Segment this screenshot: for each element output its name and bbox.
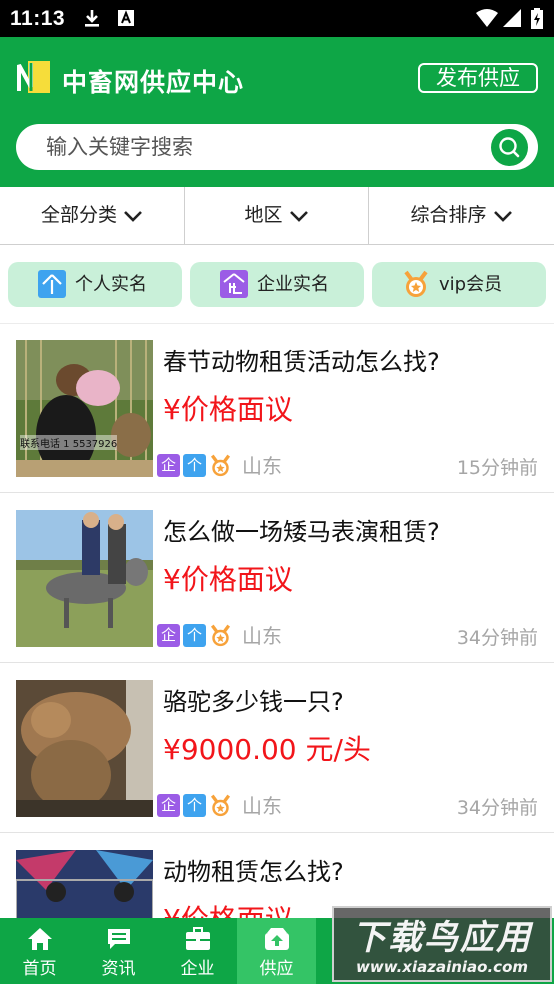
chip-label: 个人实名: [75, 274, 147, 295]
item-price: ¥价格面议: [163, 563, 293, 596]
filter-region[interactable]: 地区: [185, 187, 368, 244]
font-app-icon: [118, 10, 134, 26]
badges: 企 个: [157, 624, 237, 648]
enterprise-verified-icon: [220, 270, 248, 298]
nav-label: 首页: [22, 959, 57, 979]
item-time: 34分钟前: [456, 797, 538, 819]
badge-text: 企: [160, 796, 176, 814]
nav-supply[interactable]: 供应: [237, 918, 316, 984]
status-time: 11:13: [10, 7, 66, 30]
item-title: 骆驼多少钱一只?: [163, 688, 344, 716]
enterprise-badge-icon: 企: [157, 794, 180, 817]
badges: 企 个: [157, 794, 237, 818]
filter-sort[interactable]: 综合排序: [369, 187, 554, 244]
item-time: 34分钟前: [456, 627, 538, 649]
badge-text: 企: [160, 626, 176, 644]
supply-icon: [265, 928, 289, 950]
item-region: 山东: [242, 794, 282, 818]
item-region: 山东: [242, 454, 282, 478]
item-title: 春节动物租赁活动怎么找?: [163, 348, 440, 376]
chevron-down-icon: [493, 210, 512, 222]
chip-enterprise-verified[interactable]: 企业实名: [190, 262, 364, 307]
item-price: ¥9000.00 元/头: [163, 733, 371, 766]
badge-text: 个: [186, 626, 202, 644]
chip-label: 企业实名: [257, 274, 329, 295]
logo-icon: [17, 61, 50, 93]
badge-text: 个: [186, 456, 202, 474]
badge-text: 个: [186, 796, 202, 814]
image-caption: 联系电话 1 5537926: [20, 435, 118, 450]
list-item[interactable]: 联系电话 1 5537926 春节动物租赁活动怎么找? ¥价格面议 企 个 山东…: [0, 324, 554, 493]
download-icon: [85, 10, 99, 27]
nav-label: 供应: [259, 959, 294, 979]
item-title: 怎么做一场矮马表演租赁?: [163, 518, 440, 546]
filter-category-label: 全部分类: [40, 204, 117, 226]
watermark-url: www.xiazainiao.com: [355, 958, 529, 976]
search-icon: [499, 137, 520, 158]
watermark: 下载鸟应用 www.xiazainiao.com: [332, 906, 552, 982]
item-image: [16, 680, 153, 817]
badges: 企 个: [157, 454, 237, 478]
publish-supply-button[interactable]: 发布供应: [418, 63, 538, 93]
filter-category[interactable]: 全部分类: [0, 187, 184, 244]
filter-region-label: 地区: [244, 204, 283, 226]
search-button[interactable]: [491, 129, 528, 166]
wifi-icon: [476, 9, 498, 27]
person-badge-icon: 个: [183, 624, 206, 647]
filter-sort-label: 综合排序: [410, 204, 487, 226]
home-icon: [28, 928, 52, 950]
search-input[interactable]: [46, 124, 466, 170]
watermark-title: 下载鸟应用: [352, 918, 532, 958]
vip-badge-icon: [209, 454, 232, 477]
nav-news[interactable]: 资讯: [79, 918, 158, 984]
app-header: 中畜网供应中心 发布供应: [0, 37, 554, 187]
item-image: [16, 510, 153, 647]
item-title: 动物租赁怎么找?: [163, 858, 344, 886]
badge-text: 企: [160, 456, 176, 474]
page-title: 中畜网供应中心: [62, 68, 245, 97]
status-bar: 11:13: [0, 0, 554, 37]
chevron-down-icon: [289, 210, 308, 222]
chevron-down-icon: [124, 210, 142, 222]
person-badge-icon: 个: [183, 454, 206, 477]
vip-badge-icon: [209, 624, 232, 647]
signal-icon: [503, 9, 521, 27]
item-region: 山东: [242, 624, 282, 648]
person-verified-icon: [38, 270, 66, 298]
chip-personal-verified[interactable]: 个人实名: [8, 262, 182, 307]
nav-label: 企业: [180, 959, 215, 979]
enterprise-badge-icon: 企: [157, 454, 180, 477]
item-price: ¥价格面议: [163, 393, 293, 426]
nav-enterprise[interactable]: 企业: [158, 918, 237, 984]
briefcase-icon: [186, 927, 210, 950]
news-icon: [108, 929, 130, 949]
enterprise-badge-icon: 企: [157, 624, 180, 647]
nav-home[interactable]: 首页: [0, 918, 79, 984]
item-image: 联系电话 1 5537926: [16, 340, 153, 477]
battery-icon: [531, 8, 543, 29]
vip-medal-icon: [402, 270, 430, 298]
person-badge-icon: 个: [183, 794, 206, 817]
list-item[interactable]: 骆驼多少钱一只? ¥9000.00 元/头 企 个 山东 34分钟前: [0, 664, 554, 833]
filter-bar: 全部分类 地区 综合排序: [0, 187, 554, 245]
search-box: [16, 124, 538, 170]
vip-badge-icon: [209, 794, 232, 817]
nav-label: 资讯: [101, 959, 136, 979]
list-item[interactable]: 怎么做一场矮马表演租赁? ¥价格面议 企 个 山东 34分钟前: [0, 494, 554, 663]
item-time: 15分钟前: [456, 457, 538, 479]
chip-vip-member[interactable]: vip会员: [372, 262, 546, 307]
chip-label: vip会员: [439, 274, 503, 295]
